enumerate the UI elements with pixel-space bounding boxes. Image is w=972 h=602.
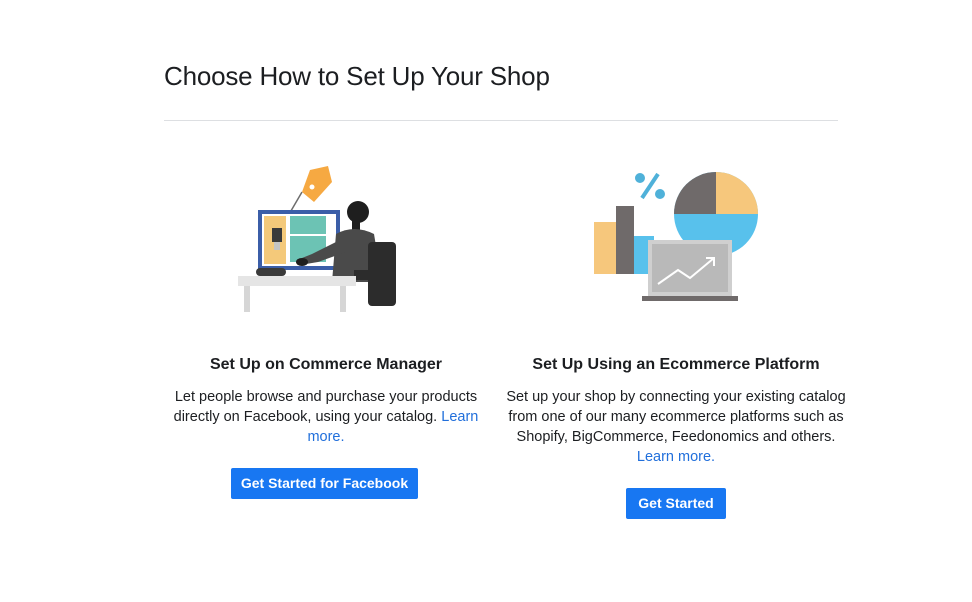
ecommerce-platform-description: Set up your shop by connecting your exis…: [500, 387, 852, 467]
price-tag-icon: [287, 166, 332, 217]
ecommerce-platform-description-text: Set up your shop by connecting your exis…: [506, 389, 846, 445]
ecommerce-platform-illustration: [594, 172, 758, 301]
laptop-icon: [642, 240, 738, 301]
ecommerce-platform-heading: Set Up Using an Ecommerce Platform: [532, 356, 820, 373]
ecommerce-platform-learn-more-link[interactable]: Learn more.: [637, 449, 715, 465]
page-title: Choose How to Set Up Your Shop: [164, 61, 550, 91]
commerce-manager-description: Let people browse and purchase your prod…: [166, 387, 486, 447]
get-started-button[interactable]: Get Started: [626, 488, 726, 519]
commerce-manager-description-text: Let people browse and purchase your prod…: [173, 389, 478, 425]
bar-chart-icon: [594, 206, 654, 274]
commerce-manager-illustration: [238, 166, 396, 312]
get-started-facebook-button[interactable]: Get Started for Facebook: [231, 468, 418, 499]
title-divider: [164, 120, 838, 121]
commerce-manager-heading: Set Up on Commerce Manager: [209, 356, 443, 373]
percent-icon: [635, 172, 665, 200]
shop-setup-page: Choose How to Set Up Your Shop Set Up on…: [0, 0, 972, 602]
